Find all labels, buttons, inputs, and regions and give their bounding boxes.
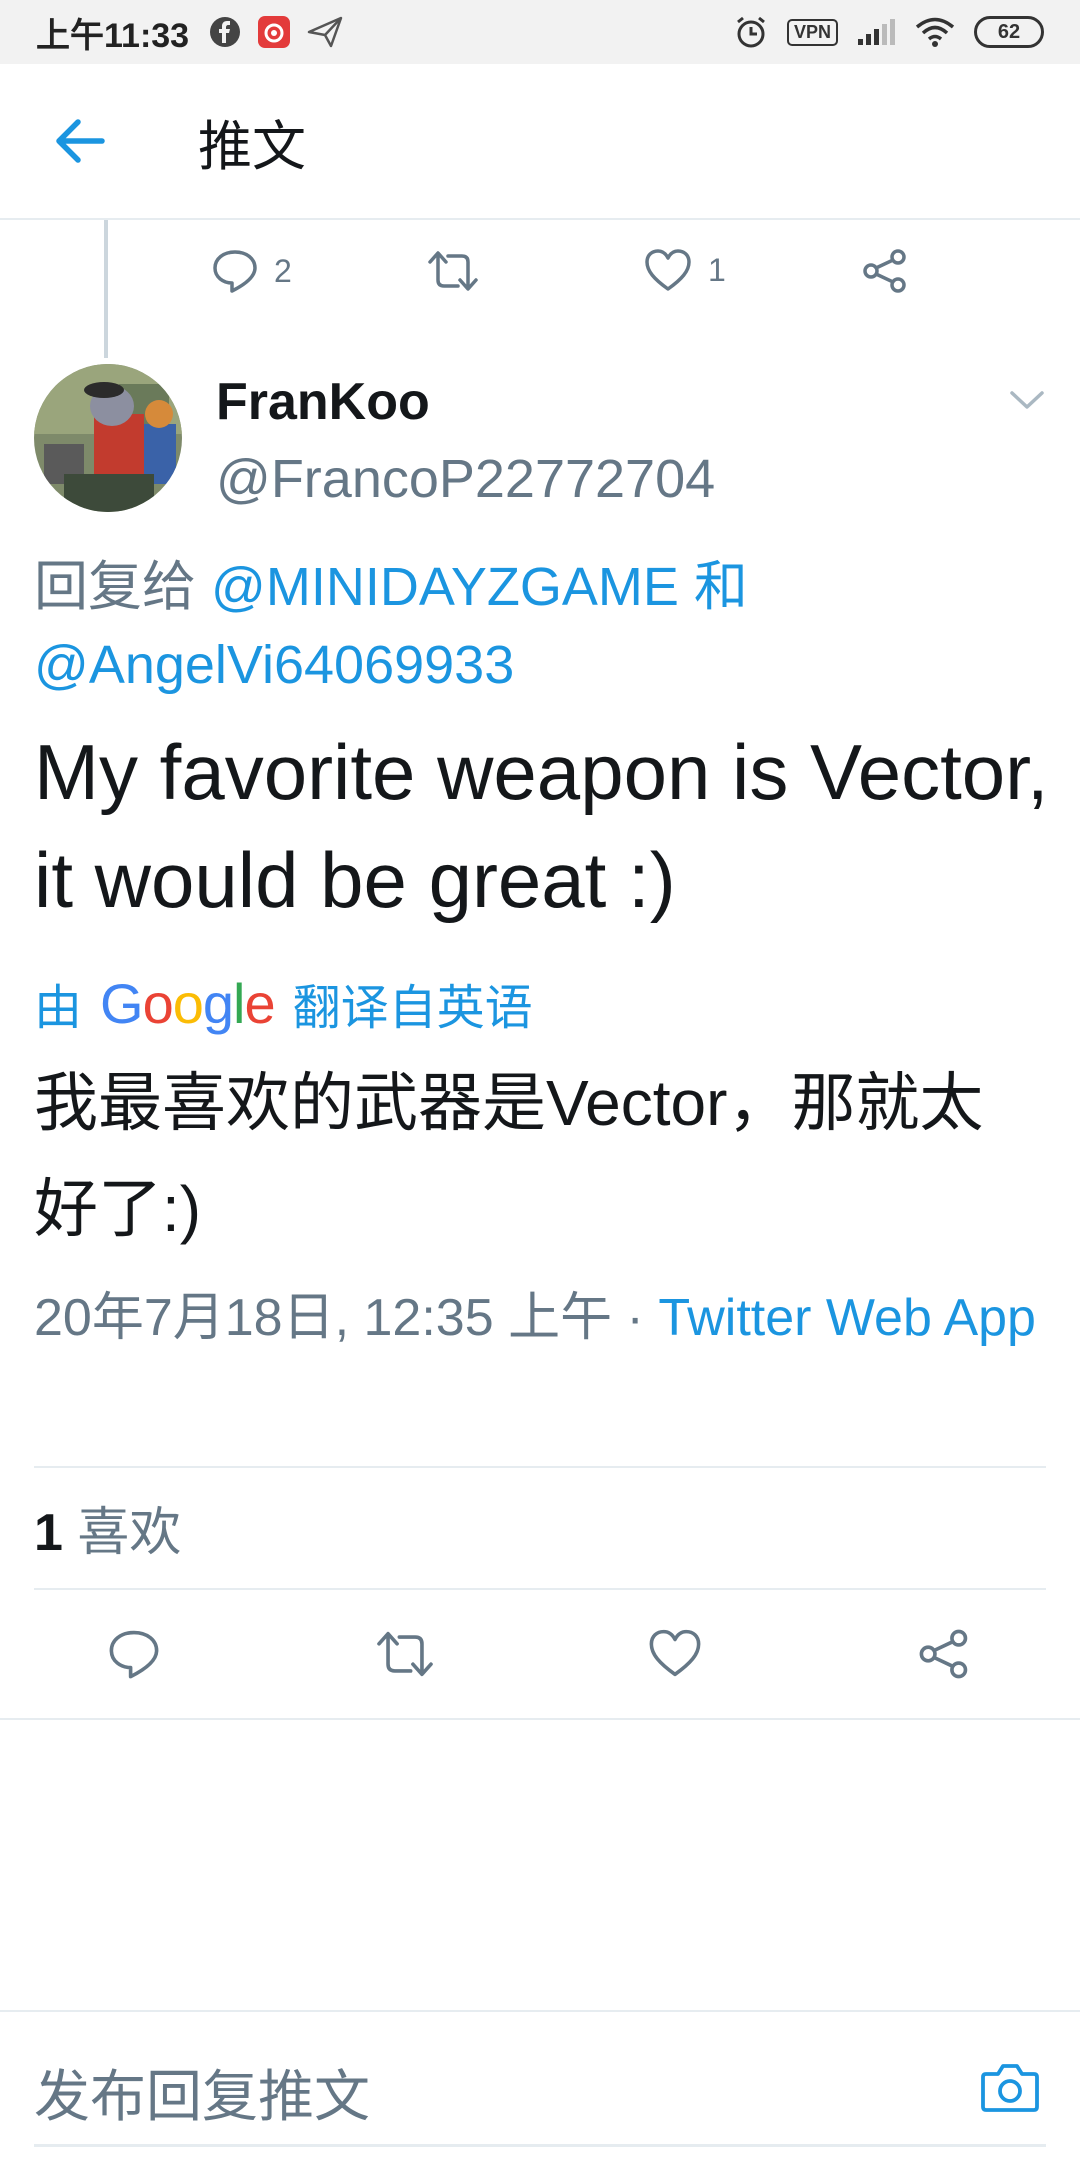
like-button[interactable] [648,1628,702,1678]
wifi-icon [915,17,955,47]
heart-icon [645,249,691,291]
back-button[interactable] [0,63,160,219]
retweet-icon [377,1631,433,1677]
heart-icon [649,1629,701,1677]
facebook-icon [210,17,241,47]
camera-icon [981,2064,1039,2112]
likes-count: 1 [34,1504,63,1562]
app-header: 推文 [0,64,1080,220]
likes-label: 喜欢 [77,1504,182,1562]
author-display-name[interactable]: FranKoo [216,372,430,432]
reply-to-user-1[interactable]: @MINIDAYZGAME [211,557,679,617]
status-bar: 上午11:33 VPN 62 [0,0,1080,64]
share-button[interactable] [918,1628,970,1680]
camera-button[interactable] [980,2060,1040,2119]
translate-suffix: 翻译自英语 [292,982,533,1035]
divider [34,1466,1046,1468]
notification-icons [209,15,343,49]
translated-text: 我最喜欢的武器是Vector，那就太好了:) [34,1067,984,1245]
avatar[interactable] [34,364,182,512]
tweet-detail-screen: 上午11:33 VPN 62 推文 2 1 FranKoo @FrancoP22… [0,0,1080,2160]
thread-connector-line [104,220,108,358]
parent-like-button[interactable]: 1 [644,248,726,292]
tweet-text: My favorite weapon is Vector, it would b… [34,728,1049,924]
reply-icon [213,250,257,293]
alarm-icon [737,16,765,48]
parent-reply-count: 2 [274,252,292,289]
likes-summary[interactable]: 1 喜欢 [34,1490,181,1565]
vpn-badge: VPN [786,18,838,46]
reply-to-line: 回复给 @MINIDAYZGAME 和 @AngelVi64069933 [34,548,1044,704]
tweet-source[interactable]: Twitter Web App [658,1289,1036,1347]
back-arrow-icon [56,119,105,163]
tweet-meta: 20年7月18日, 12:35 上午 · Twitter Web App [34,1278,1054,1358]
meta-separator: · [626,1289,644,1347]
signal-icon [858,19,895,45]
tweet-action-bar [0,1588,1080,1718]
parent-retweet-button[interactable] [426,248,480,294]
reply-to-prefix: 回复给 [34,557,196,617]
avatar-image [34,364,182,512]
translate-by: 由 [34,982,83,1035]
battery-level: 62 [997,20,1021,43]
reply-icon [109,1630,159,1679]
parent-reply-button[interactable]: 2 [212,248,292,294]
tweet-date: 20年7月18日, 12:35 上午 [34,1289,613,1347]
parent-share-button[interactable] [862,248,908,294]
retweet-button[interactable] [374,1628,436,1680]
share-icon [863,249,906,293]
netease-music-icon [258,16,291,48]
page-title: 推文 [198,116,306,177]
tweet-options-button[interactable] [1008,388,1046,417]
reply-input[interactable]: 发布回复推文 [34,2052,370,2133]
chevron-down-icon [1010,391,1044,409]
google-logo: Google [100,971,276,1035]
reply-compose-bar: 发布回复推文 [0,2010,1080,2160]
battery-indicator: 62 [974,16,1044,48]
author-handle[interactable]: @FrancoP22772704 [216,448,715,510]
reply-button[interactable] [108,1628,160,1680]
reply-to-user-2[interactable]: @AngelVi64069933 [34,635,514,695]
reply-to-and: 和 [693,557,748,617]
system-icons: VPN 62 [733,14,1044,50]
parent-like-count: 1 [708,251,726,288]
share-icon [919,1629,968,1679]
paper-plane-icon [307,16,343,48]
status-time: 上午11:33 [36,16,190,55]
translate-attribution[interactable]: 由 Google 翻译自英语 [34,968,533,1038]
retweet-icon [428,251,478,291]
divider [0,1718,1080,1720]
compose-underline [34,2144,1046,2147]
